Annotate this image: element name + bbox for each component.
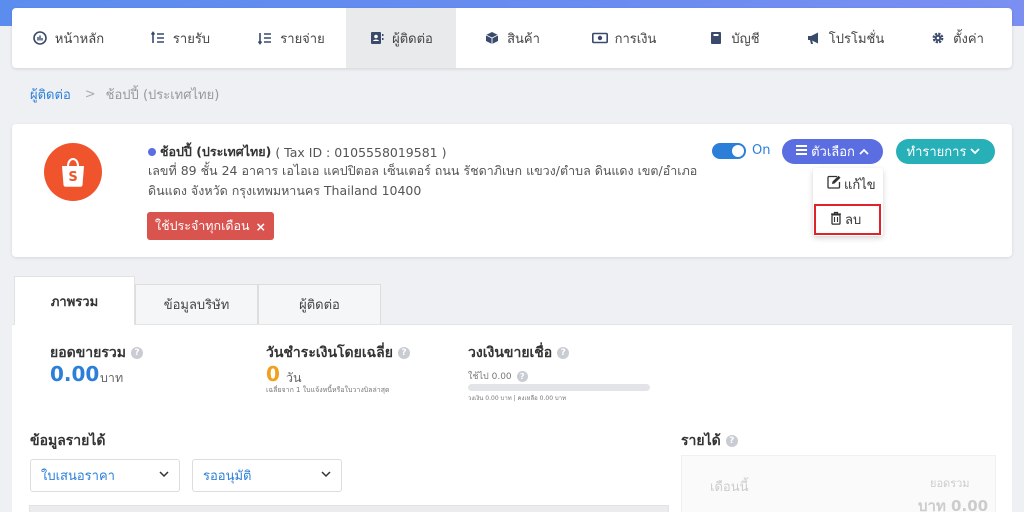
make-transaction-label: ทำรายการ bbox=[906, 145, 967, 160]
nav-item-expense[interactable]: รายจ่าย bbox=[236, 8, 346, 68]
menu-item-delete-label: ลบ bbox=[845, 213, 862, 228]
nav-item-products[interactable]: สินค้า bbox=[456, 8, 568, 68]
document-type-select[interactable]: ใบเสนอราคา bbox=[30, 459, 180, 492]
nav-item-finance[interactable]: การเงิน bbox=[568, 8, 680, 68]
box-icon bbox=[484, 30, 500, 46]
dashboard-icon bbox=[32, 30, 48, 46]
avg-pay-days-title-text: วันชำระเงินโดยเฉลี่ย bbox=[266, 345, 393, 361]
contacts-icon bbox=[369, 30, 385, 46]
nav-item-contacts[interactable]: ผู้ติดต่อ bbox=[346, 8, 456, 68]
income-table-header bbox=[29, 505, 669, 512]
income-summary-label: ยอดรวม bbox=[930, 477, 970, 490]
total-sales-value: 0.00 bbox=[50, 362, 100, 386]
nav-label: โปรโมชั่น bbox=[828, 31, 885, 47]
money-icon bbox=[591, 30, 608, 46]
contact-name: ช้อปปี้ (ประเทศไทย) bbox=[160, 144, 272, 159]
total-sales-title-text: ยอดขายรวม bbox=[50, 345, 126, 361]
contact-name-line: ช้อปปี้ (ประเทศไทย) ( Tax ID : 010555801… bbox=[148, 142, 446, 162]
nav-item-accounting[interactable]: บัญชี bbox=[680, 8, 788, 68]
avg-pay-days-title: วันชำระเงินโดยเฉลี่ย ? bbox=[266, 342, 410, 364]
nav-item-promotions[interactable]: โปรโมชั่น bbox=[788, 8, 902, 68]
breadcrumb-link-contacts[interactable]: ผู้ติดต่อ bbox=[30, 84, 71, 105]
expense-icon bbox=[257, 30, 273, 46]
help-icon[interactable]: ? bbox=[516, 370, 528, 382]
active-toggle[interactable] bbox=[712, 143, 746, 159]
options-dropdown-menu: แก้ไข ลบ bbox=[813, 168, 883, 236]
tab-company-info[interactable]: ข้อมูลบริษัท bbox=[135, 284, 258, 324]
nav-item-income[interactable]: รายรับ bbox=[124, 8, 236, 68]
contact-tax-id: ( Tax ID : 0105558019581 ) bbox=[275, 144, 447, 160]
tab-overview[interactable]: ภาพรวม bbox=[14, 276, 135, 325]
breadcrumb-current: ช้อปปี้ (ประเทศไทย) bbox=[105, 88, 220, 103]
menu-lines-icon bbox=[796, 145, 808, 158]
nav-label: รายจ่าย bbox=[280, 31, 325, 47]
total-sales-unit: บาท bbox=[100, 370, 124, 385]
tab-contact-persons[interactable]: ผู้ติดต่อ bbox=[258, 284, 381, 324]
contact-address: เลขที่ 89 ชั้น 24 อาคาร เอไอเอ แคปปิตอล … bbox=[148, 163, 698, 198]
monthly-tag: ใช้ประจำทุกเดือน × bbox=[147, 212, 275, 240]
shopee-logo: S bbox=[44, 143, 102, 201]
nav-item-settings[interactable]: ตั้งค่า bbox=[902, 8, 1012, 68]
options-button[interactable]: ตัวเลือก bbox=[782, 139, 883, 164]
edit-icon bbox=[827, 175, 841, 193]
status-value: รออนุมัติ bbox=[203, 469, 252, 484]
trash-icon bbox=[830, 211, 842, 229]
main-navbar: หน้าหลัก รายรับ รายจ่าย ผู้ติดต่อ สินค้า… bbox=[12, 8, 1012, 68]
credit-used: ใช้ไป 0.00 ? bbox=[468, 369, 528, 383]
options-button-label: ตัวเลือก bbox=[811, 145, 855, 160]
avg-pay-days-value: 0 bbox=[266, 362, 280, 386]
nav-label: ตั้งค่า bbox=[953, 31, 984, 47]
income-side-title-text: รายได้ bbox=[681, 433, 721, 449]
chevron-down-icon bbox=[321, 470, 331, 481]
breadcrumb-separator: > bbox=[84, 87, 96, 102]
monthly-tag-label: ใช้ประจำทุกเดือน bbox=[155, 218, 250, 233]
gear-icon bbox=[930, 30, 946, 46]
help-icon[interactable]: ? bbox=[557, 347, 570, 359]
income-icon bbox=[150, 30, 166, 46]
svg-text:S: S bbox=[68, 170, 77, 185]
nav-label: รายรับ bbox=[172, 31, 211, 47]
status-select[interactable]: รออนุมัติ bbox=[192, 459, 342, 492]
toggle-label: On bbox=[752, 143, 771, 158]
detail-tabs: ภาพรวม ข้อมูลบริษัท ผู้ติดต่อ bbox=[14, 276, 381, 325]
credit-used-text: ใช้ไป 0.00 bbox=[468, 372, 512, 382]
make-transaction-button[interactable]: ทำรายการ bbox=[896, 139, 995, 164]
credit-usage-bar bbox=[468, 384, 650, 391]
income-side-title: รายได้ ? bbox=[681, 430, 738, 452]
credit-note: วงเงิน 0.00 บาท | คงเหลือ 0.00 บาท bbox=[468, 395, 567, 402]
breadcrumb: ผู้ติดต่อ > ช้อปปี้ (ประเทศไทย) bbox=[30, 84, 219, 105]
avg-pay-days-note: เฉลี่ยจาก 1 ใบแจ้งหนี้หรือใบวางบิลล่าสุด bbox=[266, 386, 390, 394]
menu-item-edit-label: แก้ไข bbox=[844, 177, 876, 193]
credit-limit-title: วงเงินขายเชื่อ ? bbox=[468, 342, 570, 364]
income-summary-value: บาท 0.00 bbox=[918, 497, 989, 512]
nav-label: การเงิน bbox=[614, 31, 657, 47]
total-sales-title: ยอดขายรวม ? bbox=[50, 342, 143, 364]
income-info-title: ข้อมูลรายได้ bbox=[30, 433, 106, 449]
toggle-knob bbox=[732, 145, 744, 157]
document-type-value: ใบเสนอราคา bbox=[41, 469, 115, 484]
nav-label: สินค้า bbox=[507, 31, 540, 47]
book-icon bbox=[708, 30, 724, 46]
nav-item-home[interactable]: หน้าหลัก bbox=[12, 8, 124, 68]
chevron-down-icon bbox=[159, 470, 169, 481]
menu-item-delete[interactable]: ลบ bbox=[814, 204, 881, 235]
tag-remove-icon[interactable]: × bbox=[256, 219, 266, 234]
chevron-down-icon bbox=[970, 145, 981, 158]
nav-label: บัญชี bbox=[731, 31, 760, 47]
status-dot bbox=[148, 148, 156, 156]
chevron-up-icon bbox=[859, 145, 869, 158]
help-icon[interactable]: ? bbox=[130, 347, 143, 359]
nav-label: หน้าหลัก bbox=[54, 31, 105, 47]
megaphone-icon bbox=[806, 30, 822, 46]
credit-limit-title-text: วงเงินขายเชื่อ bbox=[468, 345, 553, 361]
menu-item-edit[interactable]: แก้ไข bbox=[813, 170, 883, 198]
period-select[interactable]: เดือนนี้ bbox=[710, 476, 748, 497]
help-icon[interactable]: ? bbox=[725, 435, 738, 447]
nav-label: ผู้ติดต่อ bbox=[392, 31, 433, 47]
help-icon[interactable]: ? bbox=[397, 347, 410, 359]
